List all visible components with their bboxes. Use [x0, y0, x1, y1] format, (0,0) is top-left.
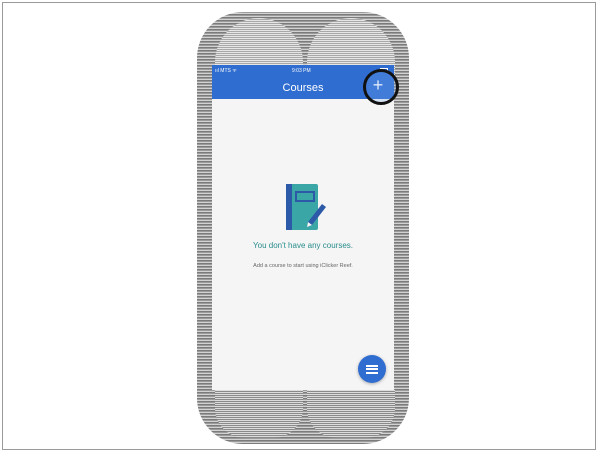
highlight-circle — [363, 69, 399, 105]
notebook-pencil-icon — [286, 184, 326, 230]
empty-state-title: You don't have any courses. — [253, 241, 353, 250]
empty-state-subtitle: Add a course to start using iClicker Ree… — [253, 263, 353, 269]
phone-bottom-bump-left — [215, 388, 303, 438]
phone-bottom-bump-right — [307, 388, 395, 438]
menu-icon — [366, 363, 378, 375]
phone-screen: ııl MTS ᯤ 9:03 PM Courses + You don't ha… — [212, 65, 394, 390]
carrier-label: ııl MTS ᯤ — [215, 68, 237, 74]
clock: 9:03 PM — [292, 68, 311, 74]
menu-fab-button[interactable] — [358, 355, 386, 383]
